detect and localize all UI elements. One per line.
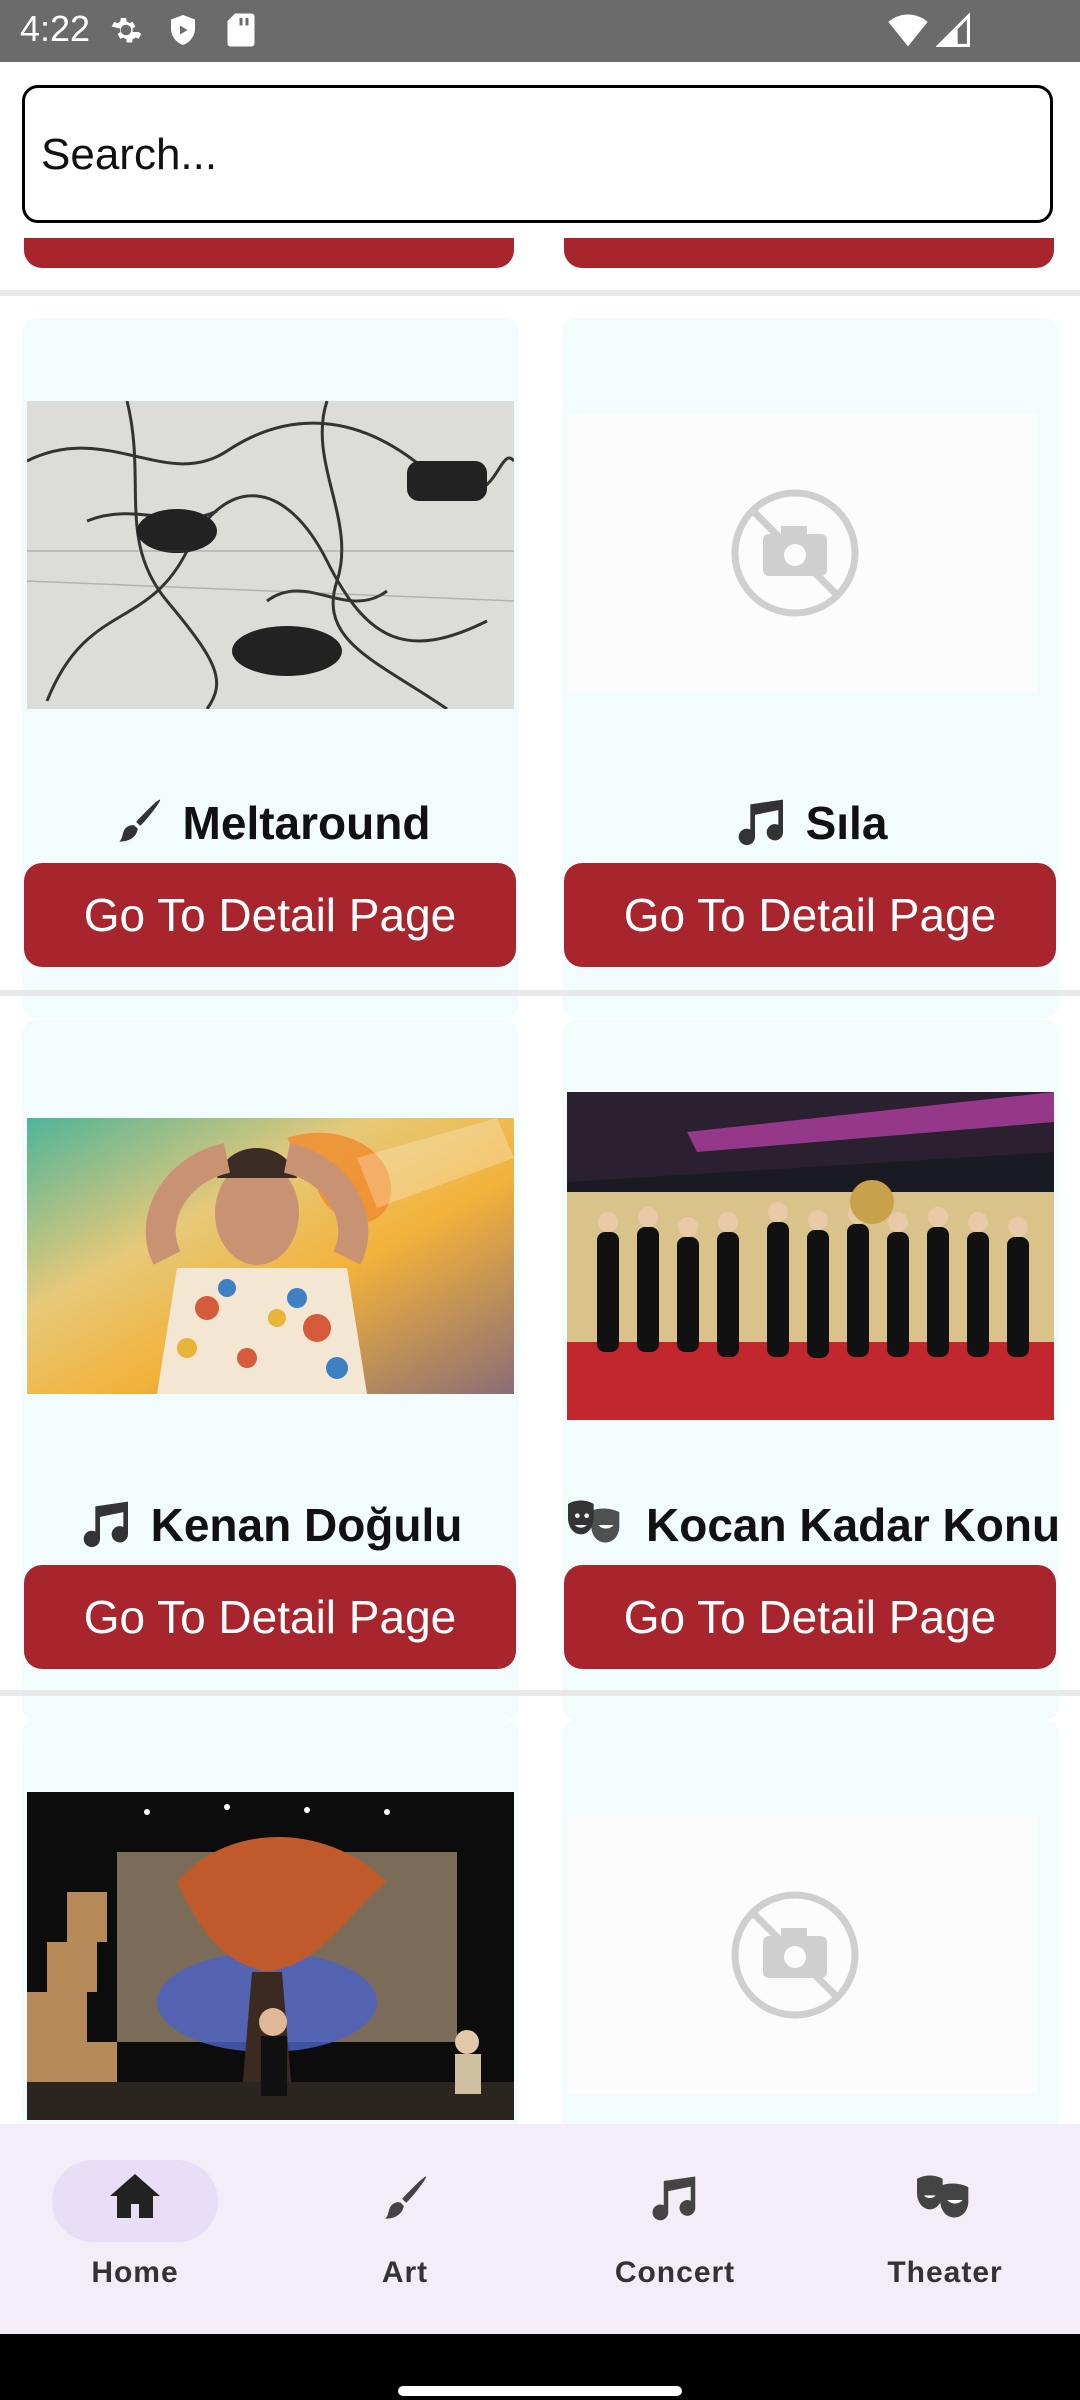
event-card [562,1720,1059,2124]
nav-label: Theater [887,2256,1003,2289]
theater-masks-icon [568,1500,620,1543]
music-note-icon [83,1501,128,1548]
event-card: Sıla Go To Detail Page [562,318,1059,1018]
card-title: Kenan Doğulu [22,1495,519,1555]
search-box[interactable] [22,85,1053,223]
music-note-icon [648,2172,702,2231]
nav-label: Concert [614,2256,736,2289]
brush-icon [377,2172,433,2233]
nav-item-theater[interactable]: Theater [810,2124,1080,2334]
no-photo-placeholder [567,1816,1037,2094]
nav-item-art[interactable]: Art [270,2124,540,2334]
brush-icon [118,799,160,842]
event-image [27,1792,514,2120]
go-to-detail-button[interactable]: Go To Detail Page [564,863,1056,967]
bottom-navigation: Home Art Concert Theater [0,2124,1080,2334]
event-grid[interactable]: Meltaround Go To Detail Page Sıla Go To … [0,238,1080,2124]
search-input[interactable] [39,88,1023,222]
row-divider [0,990,1080,996]
row-divider [0,290,1080,296]
event-image [27,1118,514,1394]
signal-icon [935,12,970,53]
go-to-detail-button[interactable]: Go To Detail Page [564,1565,1056,1669]
go-to-detail-button[interactable]: Go To Detail Page [24,863,516,967]
nav-item-concert[interactable]: Concert [540,2124,810,2334]
nav-label: Home [91,2256,179,2289]
event-card: Kenan Doğulu Go To Detail Page [22,1020,519,1720]
home-icon [108,2172,162,2225]
card-title: Meltaround [22,793,519,853]
go-to-detail-button[interactable]: Go To Detail Page [24,1565,516,1669]
settings-icon [108,12,144,53]
theater-masks-icon [911,2172,979,2233]
event-card: Kocan Kadar Konuş Go To Detail Page [562,1020,1059,1720]
music-note-icon [738,799,783,846]
partial-detail-button[interactable] [564,238,1054,268]
event-image [27,401,514,709]
row-divider [0,1690,1080,1696]
card-title: Kocan Kadar Konuş [562,1495,1059,1555]
status-bar: 4:22 [0,0,1080,62]
shield-icon [165,12,201,53]
event-card: Meltaround Go To Detail Page [22,318,519,1018]
card-title: Sıla [562,793,1059,853]
home-gesture-handle[interactable] [398,2386,682,2396]
wifi-icon [888,12,928,53]
event-image [567,1092,1054,1420]
sd-card-icon [225,12,257,53]
no-photo-placeholder [567,414,1037,692]
nav-label: Art [381,2256,429,2289]
nav-item-home[interactable]: Home [0,2124,270,2334]
event-card [22,1720,519,2124]
partial-detail-button[interactable] [24,238,514,268]
status-time: 4:22 [20,8,91,49]
